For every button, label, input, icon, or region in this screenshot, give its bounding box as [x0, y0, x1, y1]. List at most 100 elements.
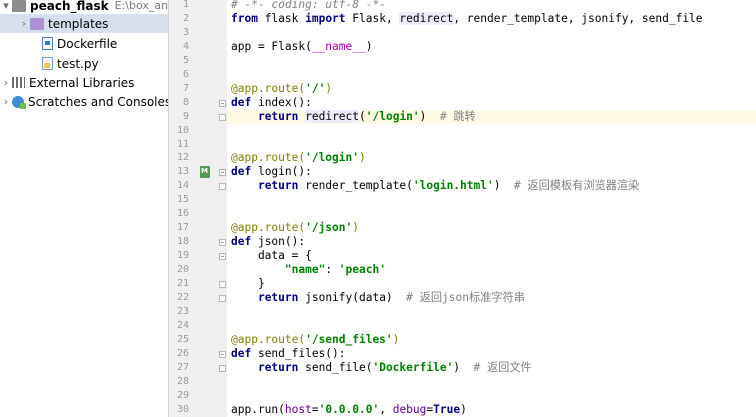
code-token: return: [257, 361, 299, 374]
code-line[interactable]: [227, 389, 756, 403]
line-number: 12: [176, 152, 189, 163]
code-line[interactable]: [227, 54, 756, 68]
tree-item-test-py[interactable]: test.py: [0, 54, 99, 73]
code-token: # 返回文件: [473, 361, 532, 374]
code-token: }: [231, 277, 265, 290]
code-token: # 返回模板有浏览器渲染: [513, 179, 640, 192]
code-line[interactable]: # -*- coding: utf-8 -*-: [227, 0, 756, 12]
line-number: 22: [176, 292, 189, 303]
code-line[interactable]: data = {: [227, 249, 756, 263]
code-token: flask: [257, 12, 306, 25]
code-editor[interactable]: # -*- coding: utf-8 -*- from flask import…: [227, 0, 756, 417]
line-number: 6: [182, 69, 189, 80]
code-token: login():: [251, 165, 312, 178]
code-token: return: [257, 110, 299, 123]
code-line[interactable]: app.run(host='0.0.0.0', debug=True): [227, 403, 756, 417]
code-token: __name__: [311, 40, 366, 53]
fold-end-icon[interactable]: [219, 365, 226, 372]
line-number: 20: [176, 264, 189, 275]
line-number: 26: [176, 348, 189, 359]
code-token: ,: [379, 403, 393, 416]
code-line[interactable]: [227, 207, 756, 221]
code-token: def: [231, 347, 252, 360]
code-token: return: [257, 179, 299, 192]
fold-open-icon[interactable]: [219, 351, 226, 358]
line-number: 13: [176, 166, 189, 177]
code-token: =: [311, 403, 319, 416]
fold-end-icon[interactable]: [219, 281, 226, 288]
code-line[interactable]: [227, 26, 756, 40]
code-line[interactable]: [227, 124, 756, 138]
code-line[interactable]: def login():: [227, 165, 756, 179]
code-line[interactable]: def index():: [227, 96, 756, 110]
line-number: 7: [182, 83, 189, 94]
line-number: 8: [182, 97, 189, 108]
code-token: data = {: [231, 249, 312, 262]
code-line[interactable]: def send_files():: [227, 347, 756, 361]
chevron-down-icon[interactable]: ▾: [0, 0, 12, 12]
code-token: ): [325, 82, 333, 95]
code-token: from: [231, 12, 258, 25]
code-line[interactable]: return jsonify(data) # 返回json标准字符串: [227, 291, 756, 305]
tree-item-label: templates: [48, 16, 109, 31]
line-number: 27: [176, 362, 189, 373]
code-line[interactable]: @app.route('/json'): [227, 221, 756, 235]
tree-item-external-libraries[interactable]: › External Libraries: [0, 73, 135, 92]
line-number: 1: [182, 0, 189, 10]
tree-item-templates[interactable]: › templates: [0, 14, 168, 33]
fold-end-icon[interactable]: [219, 295, 226, 302]
chevron-right-icon[interactable]: ›: [0, 76, 12, 89]
code-line[interactable]: "name": 'peach': [227, 263, 756, 277]
tree-item-scratches[interactable]: › Scratches and Consoles: [0, 92, 168, 111]
line-number: 16: [176, 208, 189, 219]
code-line[interactable]: [227, 319, 756, 333]
line-number: 24: [176, 320, 189, 331]
fold-open-icon[interactable]: [219, 253, 226, 260]
code-line[interactable]: }: [227, 277, 756, 291]
project-tree[interactable]: ▾ peach_flask E:\box_ange › templates Do…: [0, 0, 169, 417]
chevron-right-icon[interactable]: ›: [18, 17, 30, 30]
code-token: @app.route(: [231, 221, 306, 234]
dockerfile-icon: [42, 37, 53, 50]
code-token: redirect: [399, 12, 454, 25]
line-number: 3: [182, 27, 189, 38]
fold-open-icon[interactable]: [219, 169, 226, 176]
code-token: ): [392, 333, 400, 346]
code-line[interactable]: [227, 193, 756, 207]
code-token: def: [231, 96, 252, 109]
code-token: debug: [392, 403, 427, 416]
fold-open-icon[interactable]: [219, 100, 226, 107]
code-line[interactable]: return redirect('/login') # 跳转: [227, 110, 756, 124]
code-line[interactable]: [227, 305, 756, 319]
project-name: peach_flask: [30, 0, 109, 13]
code-line[interactable]: [227, 375, 756, 389]
code-line[interactable]: app = Flask(__name__): [227, 40, 756, 54]
code-token: index():: [251, 96, 312, 109]
line-number: 30: [176, 404, 189, 415]
tree-root-row[interactable]: ▾ peach_flask E:\box_ange: [0, 0, 168, 15]
route-marker-icon[interactable]: [200, 166, 210, 178]
code-line[interactable]: from flask import Flask, redirect, rende…: [227, 12, 756, 26]
tree-item-dockerfile[interactable]: Dockerfile: [0, 34, 117, 53]
folder-icon: [12, 0, 26, 12]
code-line[interactable]: @app.route('/login'): [227, 151, 756, 165]
code-line[interactable]: return render_template('login.html') # 返…: [227, 179, 756, 193]
line-number: 17: [176, 222, 189, 233]
code-line[interactable]: return send_file('Dockerfile') # 返回文件: [227, 361, 756, 375]
line-number: 19: [176, 250, 189, 261]
code-token: def: [231, 235, 252, 248]
code-token: ): [419, 110, 440, 123]
code-line[interactable]: def json():: [227, 235, 756, 249]
code-line[interactable]: [227, 68, 756, 82]
fold-open-icon[interactable]: [219, 239, 226, 246]
fold-end-icon[interactable]: [219, 114, 226, 121]
code-line[interactable]: @app.route('/'): [227, 82, 756, 96]
code-line[interactable]: @app.route('/send_files'): [227, 333, 756, 347]
code-line[interactable]: [227, 138, 756, 152]
chevron-right-icon[interactable]: ›: [0, 95, 12, 108]
fold-end-icon[interactable]: [219, 183, 226, 190]
